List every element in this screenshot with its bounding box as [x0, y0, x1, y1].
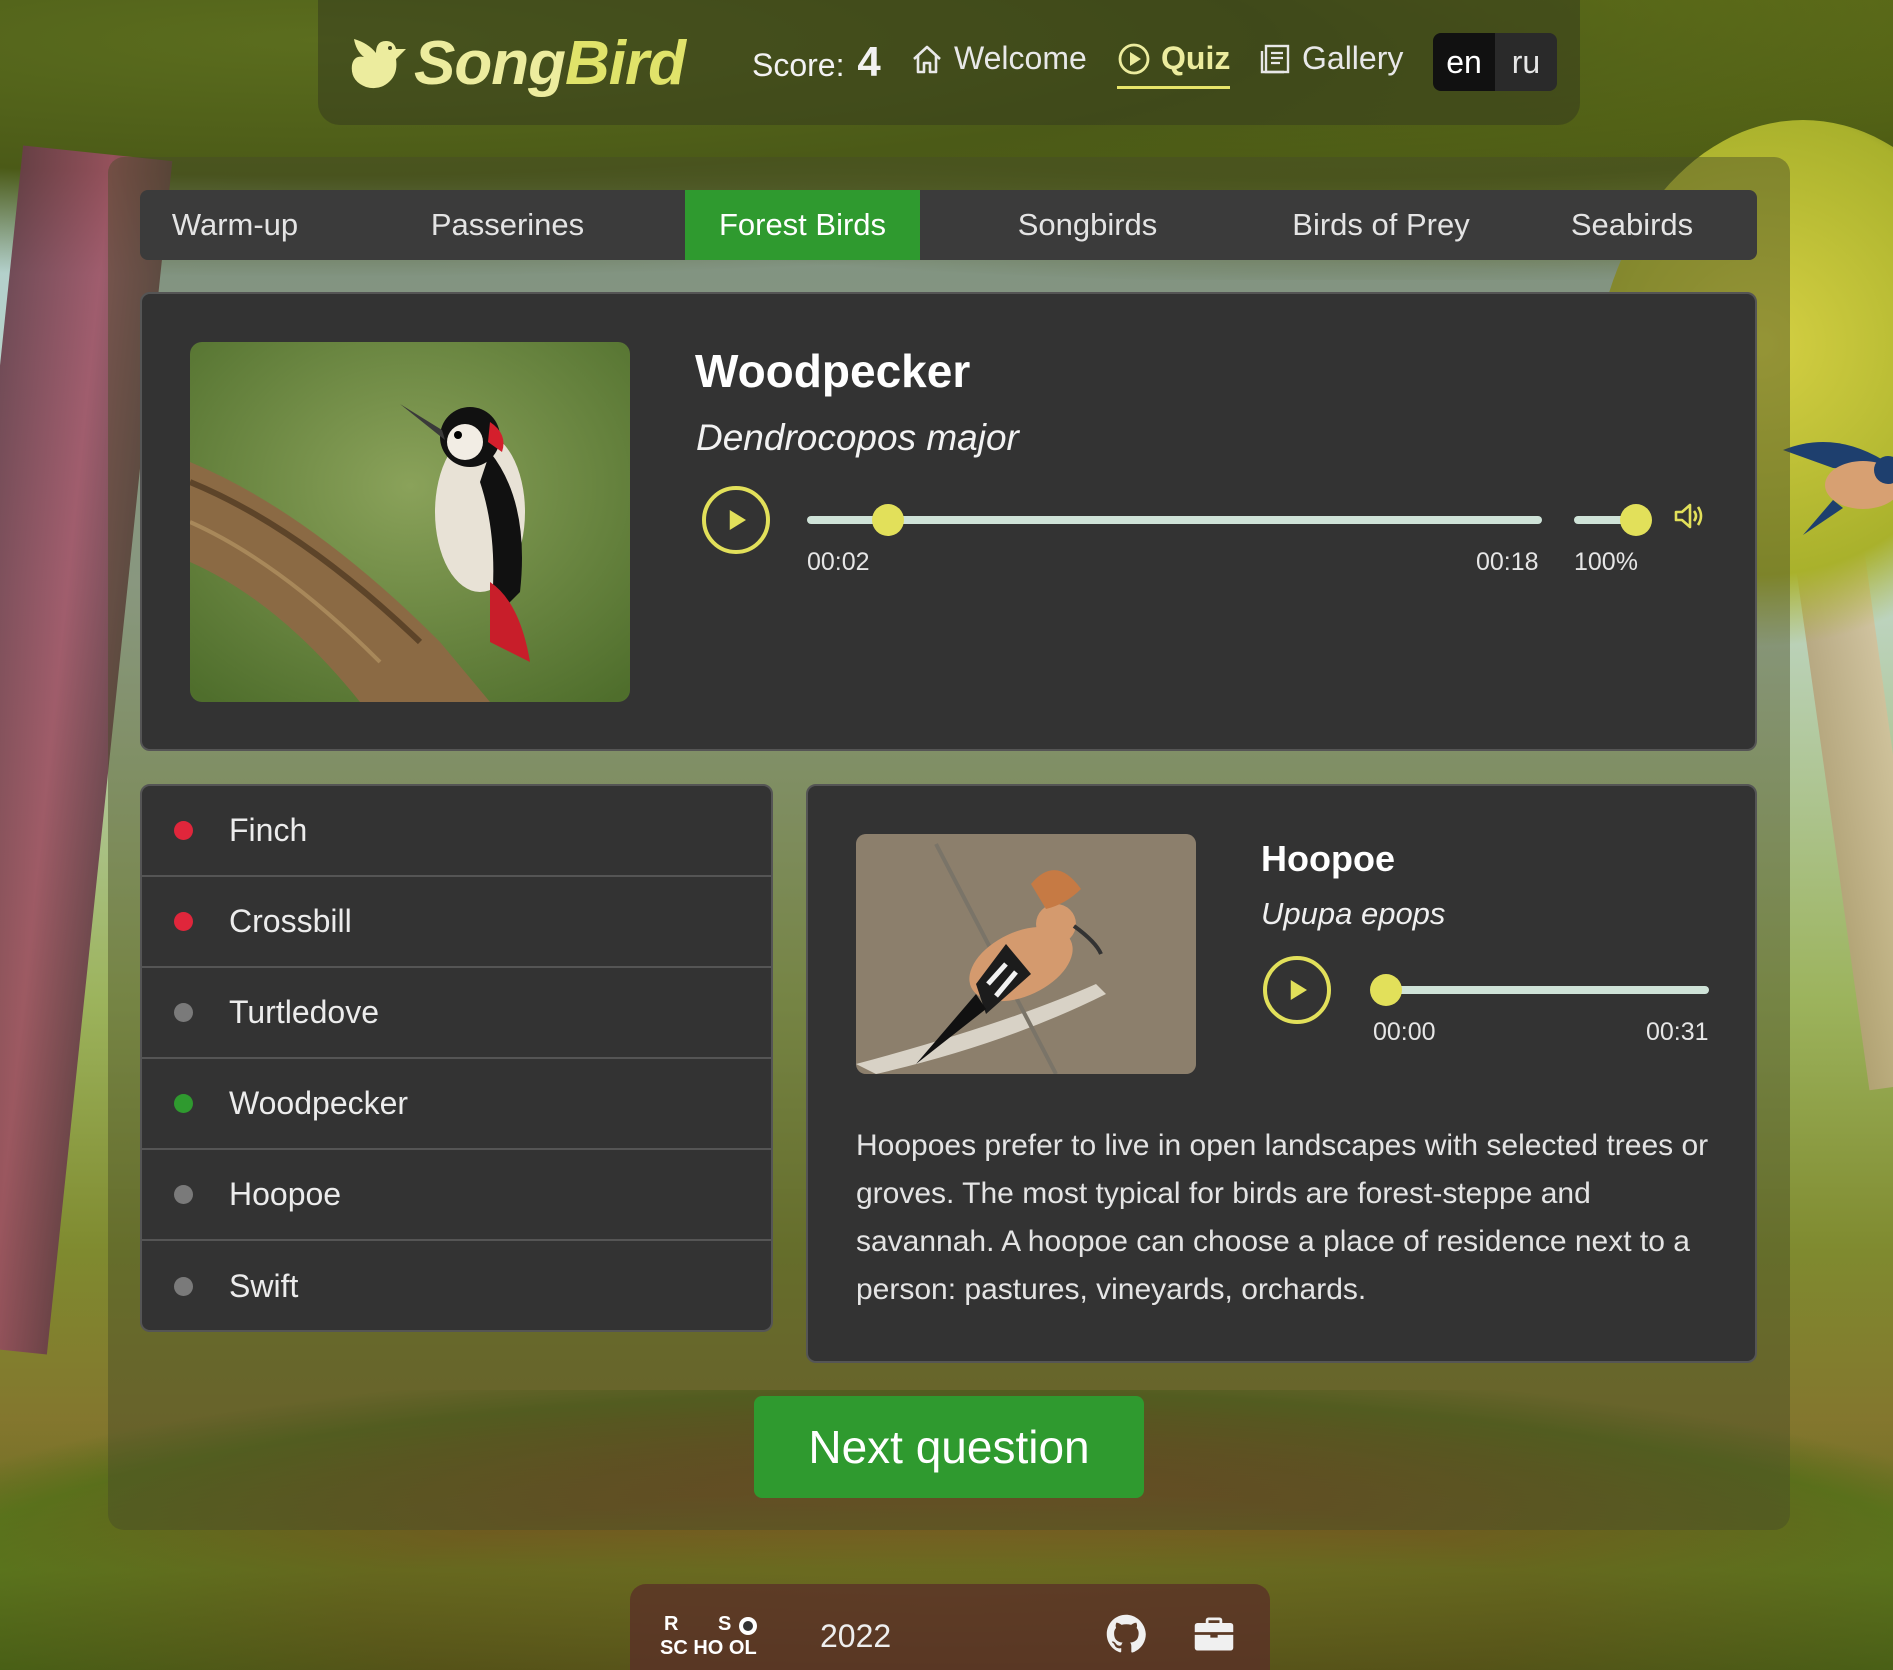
play-circle-icon [1118, 43, 1150, 74]
play-icon [729, 510, 746, 530]
question-bird-latin: Dendrocopos major [696, 417, 1019, 458]
status-dot [174, 1094, 193, 1113]
question-bird-name: Woodpecker [695, 345, 971, 397]
answer-label: Woodpecker [229, 1085, 409, 1121]
swallow-illustration [1783, 442, 1893, 535]
bird-info-card: Hoopoe Upupa epops 00:00 00:31 Hoopoes p… [806, 784, 1757, 1363]
status-dot [174, 1185, 193, 1204]
answer-label: Swift [229, 1268, 299, 1304]
list-item[interactable]: Woodpecker [142, 1059, 771, 1150]
info-current-time: 00:00 [1373, 1018, 1436, 1046]
answer-label: Crossbill [229, 903, 352, 939]
gallery-icon [1260, 44, 1290, 73]
rs-school-logo-icon: R S SC HO OL [660, 1613, 757, 1659]
svg-text:R: R [664, 1613, 679, 1635]
play-icon [1290, 980, 1307, 1000]
info-play-button[interactable] [1263, 956, 1331, 1024]
status-dot [174, 821, 193, 840]
nav-gallery-label: Gallery [1302, 40, 1404, 76]
lang-en-button[interactable]: en [1433, 33, 1495, 91]
footer-year: 2022 [820, 1618, 892, 1654]
briefcase-icon[interactable] [1192, 1612, 1236, 1656]
info-bird-name: Hoopoe [1261, 838, 1395, 879]
hoopoe-photo [856, 834, 1196, 1074]
question-progress-track[interactable] [807, 516, 1542, 524]
list-item[interactable]: Turtledove [142, 968, 771, 1059]
songbird-logo[interactable]: SongBird [346, 28, 686, 99]
list-item[interactable]: Crossbill [142, 877, 771, 968]
question-card: Woodpecker Dendrocopos major 00:02 00:18… [140, 292, 1757, 751]
status-dot [174, 1003, 193, 1022]
tab-warm-up[interactable]: Warm-up [140, 190, 330, 260]
tab-seabirds[interactable]: Seabirds [1507, 190, 1757, 260]
bird-logo-icon [351, 38, 406, 88]
tab-forest-birds[interactable]: Forest Birds [685, 190, 920, 260]
bird-description: Hoopoes prefer to live in open landscape… [856, 1129, 1709, 1306]
top-header: SongBird Score: 4 Welcome Quiz Gallery e… [318, 0, 1580, 125]
question-progress-handle[interactable] [871, 504, 904, 536]
svg-text:S: S [718, 1613, 731, 1635]
nav-gallery[interactable]: Gallery [1258, 40, 1403, 77]
github-icon[interactable] [1104, 1612, 1148, 1656]
nav-quiz-label: Quiz [1161, 40, 1231, 76]
language-switcher: en ru [1433, 33, 1557, 91]
score-value: 4 [857, 38, 881, 85]
score-display: Score: 4 [752, 38, 881, 86]
home-icon [913, 45, 941, 73]
info-progress-handle[interactable] [1370, 974, 1403, 1006]
status-dot [174, 912, 193, 931]
tab-passerines[interactable]: Passerines [330, 190, 685, 260]
category-tabs: Warm-up Passerines Forest Birds Songbird… [140, 190, 1757, 260]
next-question-button[interactable]: Next question [754, 1396, 1144, 1498]
list-item[interactable]: Swift [142, 1241, 771, 1330]
volume-icon[interactable] [1672, 499, 1706, 533]
question-duration: 00:18 [1476, 548, 1539, 576]
nav-welcome-label: Welcome [954, 40, 1087, 76]
answer-label: Turtledove [229, 994, 379, 1030]
list-item[interactable]: Hoopoe [142, 1150, 771, 1241]
info-duration: 00:31 [1646, 1018, 1709, 1046]
volume-handle[interactable] [1620, 504, 1652, 536]
answer-label: Finch [229, 812, 308, 848]
woodpecker-photo [190, 342, 630, 702]
question-current-time: 00:02 [807, 548, 870, 576]
volume-percent: 100% [1574, 548, 1638, 576]
nav-quiz[interactable]: Quiz [1117, 40, 1231, 89]
nav-welcome[interactable]: Welcome [910, 40, 1087, 77]
answer-label: Hoopoe [229, 1176, 342, 1212]
answer-list: Finch Crossbill Turtledove Woodpecker Ho… [140, 784, 773, 1332]
tab-songbirds[interactable]: Songbirds [920, 190, 1255, 260]
score-label: Score: [752, 47, 845, 83]
svg-text:SC HO OL: SC HO OL [660, 1637, 757, 1659]
status-dot [174, 1277, 193, 1296]
lang-ru-button[interactable]: ru [1495, 33, 1557, 91]
footer: R S SC HO OL 2022 [630, 1584, 1270, 1670]
rs-school-logo[interactable]: R S SC HO OL [660, 1610, 770, 1660]
tab-birds-of-prey[interactable]: Birds of Prey [1255, 190, 1507, 260]
info-bird-latin: Upupa epops [1261, 896, 1446, 931]
list-item[interactable]: Finch [142, 786, 771, 877]
info-progress-track[interactable] [1373, 986, 1709, 994]
question-play-button[interactable] [702, 486, 770, 554]
